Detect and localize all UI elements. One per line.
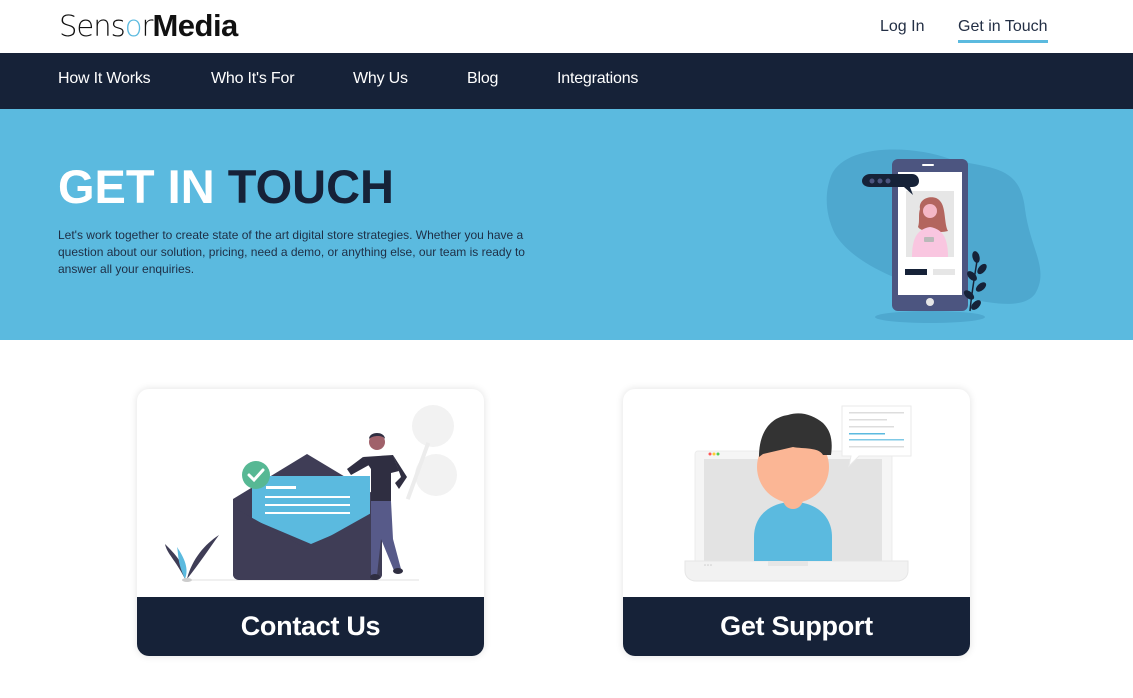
- logo-text-2: r: [141, 9, 154, 43]
- screen-button-dark: [905, 269, 927, 275]
- nav-item-who-its-for[interactable]: Who It's For: [211, 69, 295, 89]
- logo-text-1: Sens: [59, 9, 126, 43]
- phone-chat-illustration: [826, 149, 1041, 323]
- main-nav: How It Works Who It's For Why Us Blog In…: [0, 53, 1133, 109]
- window-dot-green: [716, 452, 720, 456]
- logo-o: o: [124, 9, 143, 43]
- phone-home-button: [926, 298, 934, 306]
- hero-title: GET IN TOUCH: [58, 161, 394, 213]
- chat-dot: [885, 178, 891, 184]
- hero-banner: GET IN TOUCH Let's work together to crea…: [0, 109, 1133, 340]
- envelope-person-illustration: [165, 405, 457, 582]
- letter-line: [265, 512, 350, 514]
- letter-line: [265, 504, 350, 506]
- hero-description: Let's work together to create state of t…: [58, 228, 525, 276]
- hero-title-light: GET IN: [58, 160, 215, 213]
- phone-shadow: [875, 311, 985, 323]
- nav-item-why-us[interactable]: Why Us: [353, 69, 408, 89]
- laptop-support-illustration: [684, 405, 912, 582]
- phone-in-hand: [924, 237, 934, 242]
- get-in-touch-link[interactable]: Get in Touch: [958, 17, 1048, 43]
- logo-bold: Media: [152, 8, 238, 43]
- login-link[interactable]: Log In: [880, 17, 924, 37]
- chat-dot: [877, 178, 883, 184]
- get-support-button[interactable]: Get Support: [623, 597, 970, 656]
- chat-dot: [869, 178, 875, 184]
- logo-light: Sensor: [59, 9, 154, 43]
- get-support-card[interactable]: Get Support: [623, 389, 970, 656]
- logo[interactable]: SensorMedia: [59, 8, 238, 44]
- hero-title-dark: TOUCH: [227, 160, 394, 213]
- nav-item-how-it-works[interactable]: How It Works: [58, 69, 151, 89]
- contact-us-button[interactable]: Contact Us: [137, 597, 484, 656]
- laptop-notch: [768, 561, 808, 566]
- letter-line: [265, 496, 350, 498]
- check-circle-icon: [242, 461, 270, 489]
- decor-circles: [405, 405, 457, 500]
- contact-us-card[interactable]: Contact Us: [137, 389, 484, 656]
- nav-item-blog[interactable]: Blog: [467, 69, 498, 89]
- top-bar: SensorMedia Log In Get in Touch: [0, 0, 1133, 53]
- window-dot-red: [708, 452, 712, 456]
- phone-speaker: [922, 164, 934, 166]
- nav-item-integrations[interactable]: Integrations: [557, 69, 638, 89]
- woman-face: [923, 204, 937, 218]
- window-dot-yellow: [712, 452, 716, 456]
- plant-leaves-icon: [165, 535, 219, 582]
- letter-line: [266, 486, 296, 489]
- screen-button-light: [933, 269, 955, 275]
